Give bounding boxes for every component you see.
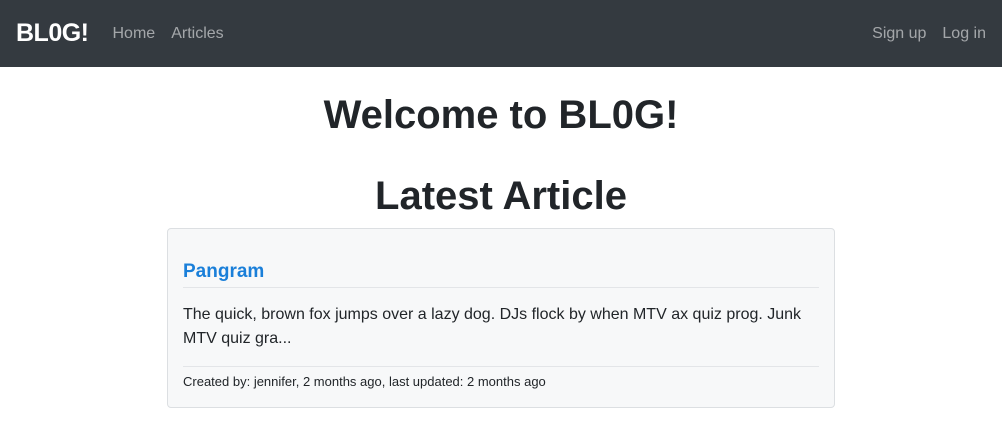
top-navbar: BL0G! Home Articles Sign up Log in	[0, 0, 1002, 67]
brand-logo-link[interactable]: BL0G!	[16, 19, 89, 48]
article-card: Pangram The quick, brown fox jumps over …	[167, 228, 835, 408]
article-excerpt: The quick, brown fox jumps over a lazy d…	[183, 303, 819, 367]
nav-link-sign-up[interactable]: Sign up	[872, 25, 926, 43]
nav-link-articles[interactable]: Articles	[171, 25, 223, 43]
nav-left-links: Home Articles	[113, 25, 240, 43]
page-title: Welcome to BL0G!	[323, 93, 679, 137]
nav-link-log-in[interactable]: Log in	[942, 25, 986, 43]
article-meta: Created by: jennifer, 2 months ago, last…	[183, 374, 546, 389]
latest-article-heading: Latest Article	[375, 174, 627, 218]
article-title-link[interactable]: Pangram	[183, 261, 819, 288]
nav-link-home[interactable]: Home	[113, 25, 156, 43]
nav-right-links: Sign up Log in	[872, 25, 986, 43]
